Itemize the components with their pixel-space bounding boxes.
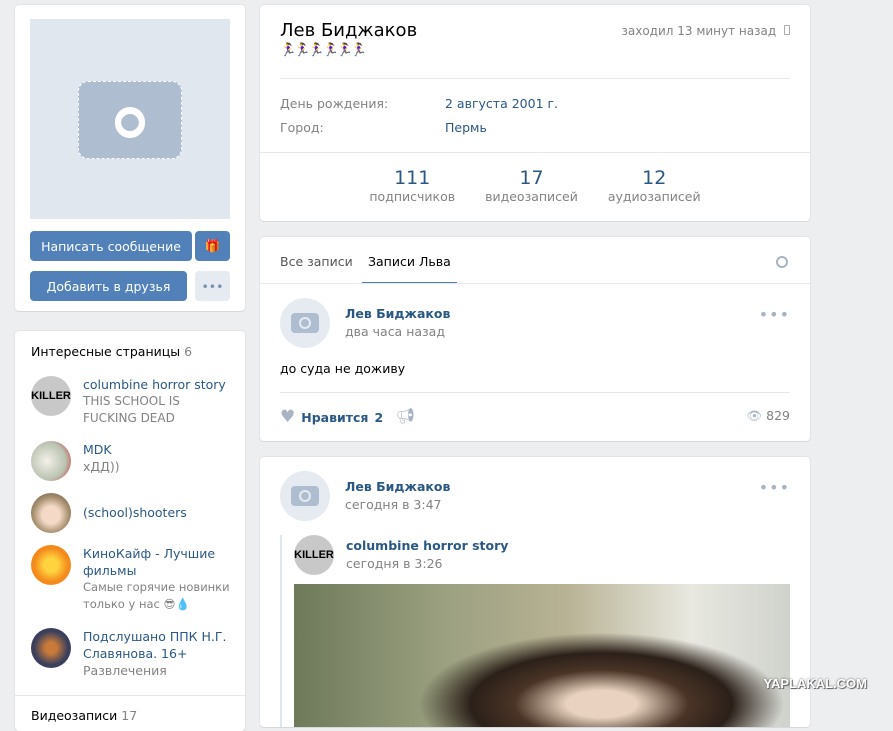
page-avatar bbox=[31, 545, 71, 585]
share-icon[interactable]: 📢︎ bbox=[396, 407, 415, 425]
birthday-value[interactable]: 2 августа 2001 г. bbox=[445, 96, 558, 111]
wall-tabs: Все записи Записи Льва Лев Биджаков два … bbox=[260, 237, 810, 441]
more-actions-button[interactable]: ••• bbox=[195, 271, 230, 301]
camera-icon bbox=[291, 486, 319, 506]
section-count: 17 bbox=[121, 708, 138, 723]
page-item[interactable]: KILLER columbine horror story THIS SCHOOL … bbox=[31, 376, 233, 427]
page-avatar bbox=[31, 493, 71, 533]
section-title: Интересные страницы bbox=[31, 344, 181, 359]
post-text: до суда не доживу bbox=[280, 361, 406, 376]
profile-name: Лев Биджаков bbox=[280, 20, 418, 41]
section-count: 6 bbox=[184, 344, 193, 359]
profile-info-card: Лев Биджаков 🏃‍♀️🏃‍♀️🏃‍♀️🏃‍♀️🏃‍♀️🏃‍♀️ за… bbox=[260, 5, 810, 221]
videos-header[interactable]: Видеозаписи 17 bbox=[31, 708, 137, 723]
page-name[interactable]: columbine horror story bbox=[83, 376, 233, 393]
page-description: хДД)) bbox=[83, 459, 120, 474]
repost-avatar[interactable]: KILLER bbox=[294, 535, 334, 575]
repost-author[interactable]: columbine horror story bbox=[346, 538, 508, 553]
page-description: Самые горячие новинки только у нас 😎💧 bbox=[83, 580, 230, 611]
post-time[interactable]: сегодня в 3:47 bbox=[345, 497, 442, 512]
counter-followers[interactable]: 111 подписчиков bbox=[369, 167, 455, 204]
page-avatar bbox=[31, 441, 71, 481]
counter-videos[interactable]: 17 видеозаписей bbox=[485, 167, 578, 204]
heart-icon: ♥ bbox=[280, 407, 296, 427]
counter-audios[interactable]: 12 аудиозаписей bbox=[608, 167, 701, 204]
page-avatar bbox=[31, 628, 71, 668]
profile-photo-placeholder[interactable] bbox=[30, 19, 230, 219]
page-item[interactable]: MDK хДД)) bbox=[31, 441, 233, 481]
tab-all-posts[interactable]: Все записи bbox=[280, 254, 353, 269]
post-author[interactable]: Лев Биджаков bbox=[345, 479, 450, 494]
page-item[interactable]: Подслушано ППК Н.Г. Славянова. 16+ Развле… bbox=[31, 628, 233, 679]
post-author-avatar[interactable] bbox=[280, 298, 330, 348]
eye-icon: 👁︎ bbox=[746, 408, 763, 423]
page-item[interactable]: (school)shooters bbox=[31, 493, 233, 533]
post-menu-icon[interactable]: ••• bbox=[759, 305, 790, 324]
views-count: 👁︎ 829 bbox=[746, 408, 790, 423]
post-menu-icon[interactable]: ••• bbox=[759, 478, 790, 497]
gift-icon: 🎁 bbox=[204, 238, 221, 253]
page-description: Развлечения bbox=[83, 663, 167, 678]
city-value[interactable]: Пермь bbox=[445, 120, 487, 135]
camera-icon bbox=[291, 313, 319, 333]
interesting-pages-header[interactable]: Интересные страницы 6 bbox=[31, 344, 192, 359]
page-item[interactable]: КиноКайф - Лучшие фильмы Самые горячие но… bbox=[31, 545, 233, 613]
online-status: заходил 13 минут назад bbox=[621, 24, 790, 38]
search-icon[interactable] bbox=[776, 256, 788, 268]
section-title: Видеозаписи bbox=[31, 708, 118, 723]
gift-button[interactable]: 🎁 bbox=[195, 231, 230, 261]
send-message-button[interactable]: Написать сообщение bbox=[30, 231, 192, 261]
page-name[interactable]: Подслушано ППК Н.Г. Славянова. 16+ bbox=[83, 628, 233, 662]
repost-time[interactable]: сегодня в 3:26 bbox=[346, 556, 443, 571]
profile-status: 🏃‍♀️🏃‍♀️🏃‍♀️🏃‍♀️🏃‍♀️🏃‍♀️ bbox=[280, 43, 367, 58]
post-author-avatar[interactable] bbox=[280, 471, 330, 521]
post-time[interactable]: два часа назад bbox=[345, 324, 445, 339]
add-friend-button[interactable]: Добавить в друзья bbox=[30, 271, 187, 301]
page-name[interactable]: КиноКайф - Лучшие фильмы bbox=[83, 545, 233, 579]
avatar-card: Написать сообщение 🎁 Добавить в друзья •… bbox=[15, 5, 245, 311]
post-photo[interactable] bbox=[294, 584, 790, 727]
city-label: Город: bbox=[280, 120, 324, 135]
mobile-icon bbox=[784, 25, 790, 35]
page-name[interactable]: MDK bbox=[83, 441, 233, 458]
tab-owner-posts[interactable]: Записи Льва bbox=[362, 254, 457, 284]
page-description: THIS SCHOOL IS FUCKING DEAD bbox=[83, 394, 180, 425]
post-author[interactable]: Лев Биджаков bbox=[345, 306, 450, 321]
birthday-label: День рождения: bbox=[280, 96, 389, 111]
like-button[interactable]: ♥ Нравится 2 bbox=[280, 407, 383, 427]
camera-icon bbox=[78, 81, 182, 159]
page-name[interactable]: (school)shooters bbox=[83, 504, 233, 521]
wall-post: Лев Биджаков сегодня в 3:47 ••• KILLER c… bbox=[260, 457, 810, 727]
watermark: YAPLAKAL.COM bbox=[763, 676, 867, 691]
page-avatar: KILLER bbox=[31, 376, 71, 416]
interesting-pages-card: Интересные страницы 6 KILLER columbine ho… bbox=[15, 331, 245, 731]
